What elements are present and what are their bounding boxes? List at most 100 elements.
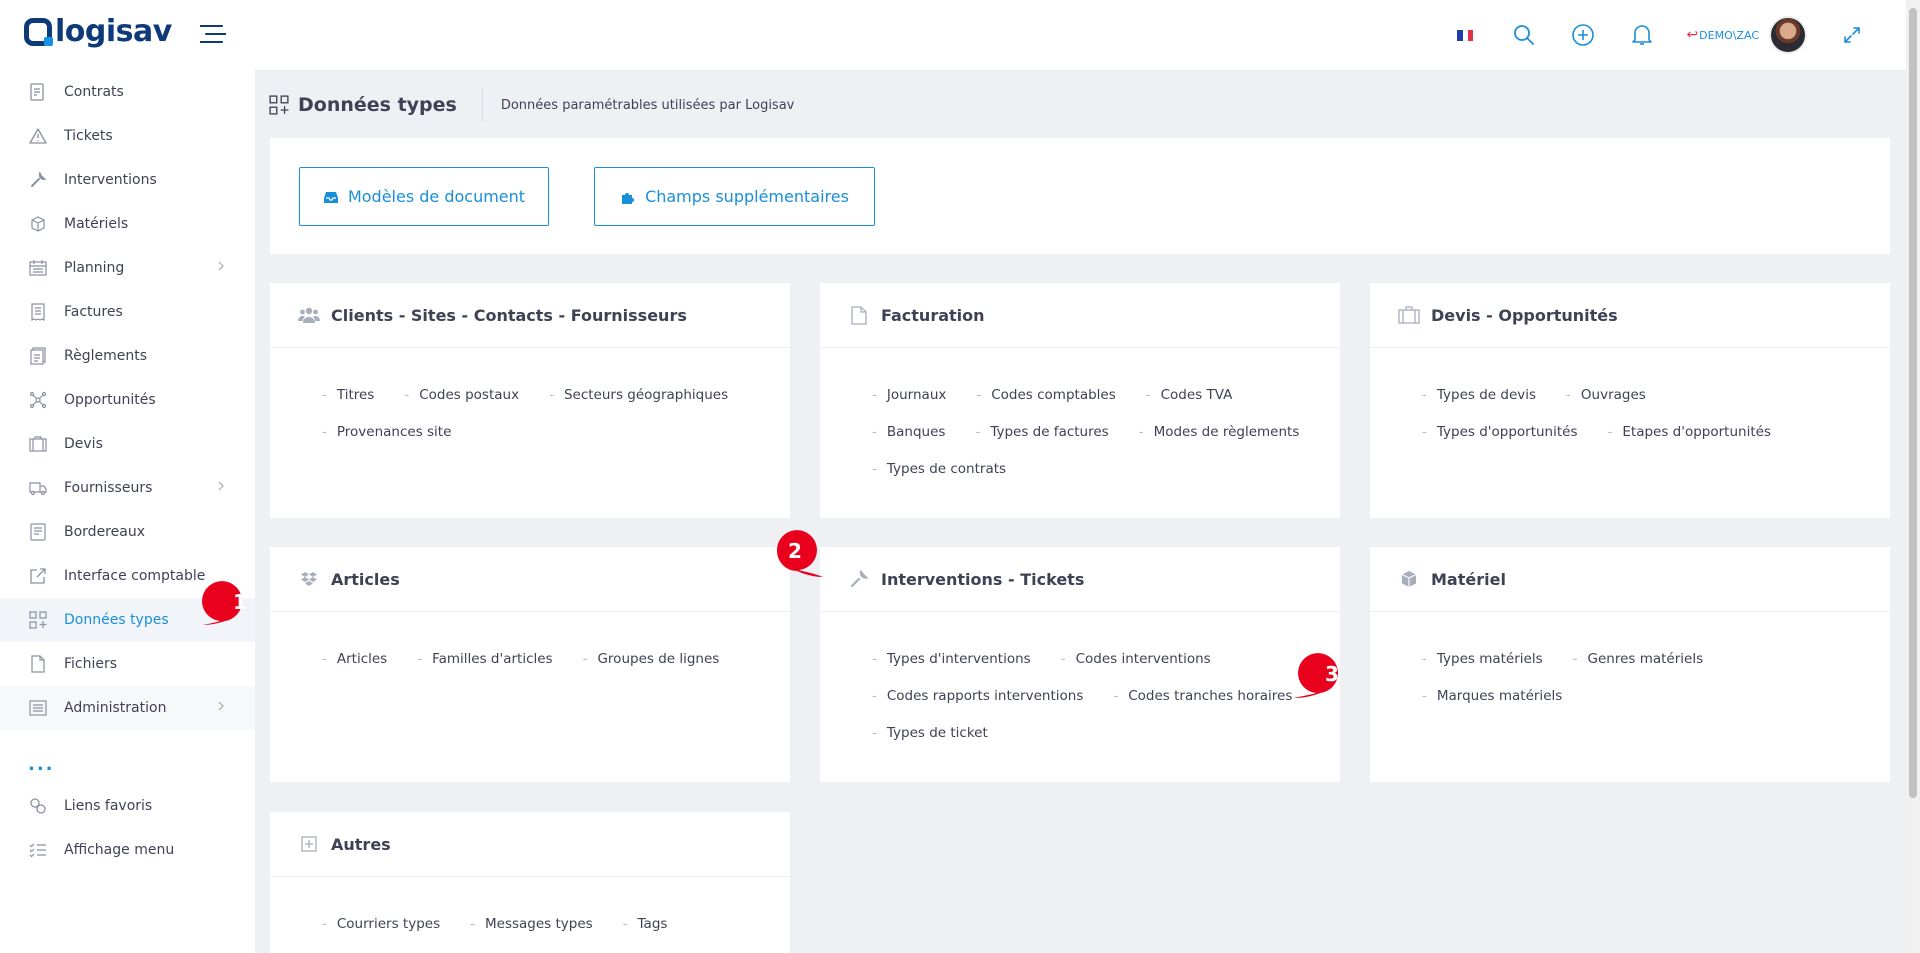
link-modes-de-reglements[interactable]: Modes de règlements	[1139, 423, 1300, 460]
chevron-right-icon	[217, 700, 225, 712]
sidebar-item-fournisseurs[interactable]: Fournisseurs	[0, 466, 255, 510]
chevron-right-icon	[217, 260, 225, 272]
link-tags[interactable]: Tags	[623, 915, 668, 952]
models-document-button[interactable]: Modèles de document	[299, 167, 549, 226]
sidebar-item-label: Contrats	[64, 84, 124, 100]
wrench-icon	[28, 170, 48, 190]
logo-mark-icon	[24, 17, 53, 46]
slip-icon	[28, 522, 48, 542]
search-icon[interactable]	[1510, 21, 1538, 49]
link-codes-tva[interactable]: Codes TVA	[1146, 386, 1233, 423]
link-journaux[interactable]: Journaux	[872, 386, 946, 423]
panel-interventions: Interventions - Tickets Types d'interven…	[820, 547, 1340, 782]
avatar[interactable]	[1769, 16, 1807, 54]
sidebar-item-administration[interactable]: Administration	[0, 686, 255, 730]
more-items-button[interactable]: ...	[0, 744, 255, 784]
settings-list-icon	[28, 698, 48, 718]
panel-autres: Autres Courriers types Messages types Ta…	[270, 812, 790, 953]
sidebar-item-label: Données types	[64, 612, 169, 628]
link-types-de-ticket[interactable]: Types de ticket	[872, 724, 988, 761]
link-etapes-opportunites[interactable]: Etapes d'opportunités	[1608, 423, 1771, 460]
link-genres-materiels[interactable]: Genres matériels	[1573, 650, 1704, 687]
menu-toggle-icon[interactable]	[200, 24, 226, 44]
link-codes-interventions[interactable]: Codes interventions	[1061, 650, 1211, 687]
link-familles-articles[interactable]: Familles d'articles	[417, 650, 553, 687]
link-codes-comptables[interactable]: Codes comptables	[976, 386, 1116, 423]
link-marques-materiels[interactable]: Marques matériels	[1422, 687, 1562, 724]
page-description: Données paramétrables utilisées par Logi…	[500, 97, 795, 113]
link-types-de-contrats[interactable]: Types de contrats	[872, 460, 1006, 497]
sidebar-item-label: Tickets	[64, 128, 113, 144]
link-articles[interactable]: Articles	[322, 650, 387, 687]
users-icon	[298, 304, 320, 326]
link-courriers-types[interactable]: Courriers types	[322, 915, 440, 952]
contract-icon	[28, 82, 48, 102]
wrench-icon	[848, 568, 870, 590]
panel-articles: Articles Articles Familles d'articles Gr…	[270, 547, 790, 782]
sidebar-item-factures[interactable]: Factures	[0, 290, 255, 334]
dropbox-icon	[298, 568, 320, 590]
panel-devis: Devis - Opportunités Types de devis Ouvr…	[1370, 283, 1890, 518]
chevron-right-icon	[217, 480, 225, 492]
panel-materiel: Matériel Types matériels Genres matériel…	[1370, 547, 1890, 782]
page-title: Données types	[298, 94, 457, 116]
sidebar-item-affichage-menu[interactable]: Affichage menu	[0, 828, 255, 872]
sidebar-item-label: Factures	[64, 304, 123, 320]
sidebar-item-liens-favoris[interactable]: Liens favoris	[0, 784, 255, 828]
link-codes-tranches-horaires[interactable]: Codes tranches horaires	[1113, 687, 1292, 724]
link-ouvrages[interactable]: Ouvrages	[1566, 386, 1646, 423]
sidebar-item-materiels[interactable]: Matériels	[0, 202, 255, 246]
sidebar-item-fichiers[interactable]: Fichiers	[0, 642, 255, 686]
link-codes-postaux[interactable]: Codes postaux	[404, 386, 519, 423]
scrollbar-thumb[interactable]	[1909, 8, 1917, 798]
link-types-interventions[interactable]: Types d'interventions	[872, 650, 1031, 687]
link-codes-rapports-interventions[interactable]: Codes rapports interventions	[872, 687, 1083, 724]
top-bar: logisav ↩ DEMO\ZAC	[0, 0, 1906, 70]
link-groupes-de-lignes[interactable]: Groupes de lignes	[583, 650, 719, 687]
sidebar-item-interventions[interactable]: Interventions	[0, 158, 255, 202]
logo[interactable]: logisav	[24, 14, 172, 49]
user-context[interactable]: ↩ DEMO\ZAC	[1686, 27, 1759, 43]
sidebar: Contrats Tickets Interventions Matériels…	[0, 70, 255, 953]
sidebar-item-bordereaux[interactable]: Bordereaux	[0, 510, 255, 554]
sidebar-item-contrats[interactable]: Contrats	[0, 70, 255, 114]
user-context-label: DEMO\ZAC	[1699, 28, 1759, 42]
link-secteurs-geographiques[interactable]: Secteurs géographiques	[549, 386, 728, 423]
briefcase-icon	[28, 434, 48, 454]
expand-icon[interactable]	[1838, 21, 1866, 49]
marker-number: 1	[233, 590, 247, 614]
panel-title: Autres	[331, 834, 391, 854]
link-types-de-factures[interactable]: Types de factures	[975, 423, 1108, 460]
sidebar-item-label: Règlements	[64, 348, 148, 364]
link-types-de-devis[interactable]: Types de devis	[1422, 386, 1536, 423]
sidebar-item-label: Fichiers	[64, 656, 118, 672]
panel-title: Facturation	[881, 305, 985, 325]
link-banques[interactable]: Banques	[872, 423, 946, 460]
sidebar-item-tickets[interactable]: Tickets	[0, 114, 255, 158]
return-arrow-icon: ↩	[1686, 27, 1699, 43]
extra-fields-button[interactable]: Champs supplémentaires	[594, 167, 875, 226]
link-titres[interactable]: Titres	[322, 386, 374, 423]
panel-title: Devis - Opportunités	[1431, 305, 1618, 325]
annotation-marker-2: 2	[773, 529, 823, 577]
truck-icon	[28, 478, 48, 498]
sidebar-item-devis[interactable]: Devis	[0, 422, 255, 466]
checklist-icon	[28, 840, 48, 860]
scrollbar[interactable]	[1906, 0, 1920, 953]
sidebar-item-reglements[interactable]: Règlements	[0, 334, 255, 378]
sidebar-item-planning[interactable]: Planning	[0, 246, 255, 290]
link-messages-types[interactable]: Messages types	[470, 915, 593, 952]
link-provenances-site[interactable]: Provenances site	[322, 423, 452, 460]
external-link-icon	[28, 566, 48, 586]
sidebar-item-label: Bordereaux	[64, 524, 145, 540]
calendar-icon	[28, 258, 48, 278]
link-types-opportunites[interactable]: Types d'opportunités	[1422, 423, 1578, 460]
panel-title: Clients - Sites - Contacts - Fournisseur…	[331, 305, 687, 325]
grid-plus-icon	[28, 610, 48, 630]
link-types-materiels[interactable]: Types matériels	[1422, 650, 1543, 687]
add-circle-icon[interactable]	[1569, 21, 1597, 49]
sidebar-item-label: Interface comptable	[64, 568, 206, 584]
bell-icon[interactable]	[1628, 21, 1656, 49]
language-flag-icon[interactable]	[1451, 21, 1479, 49]
sidebar-item-opportunites[interactable]: Opportunités	[0, 378, 255, 422]
